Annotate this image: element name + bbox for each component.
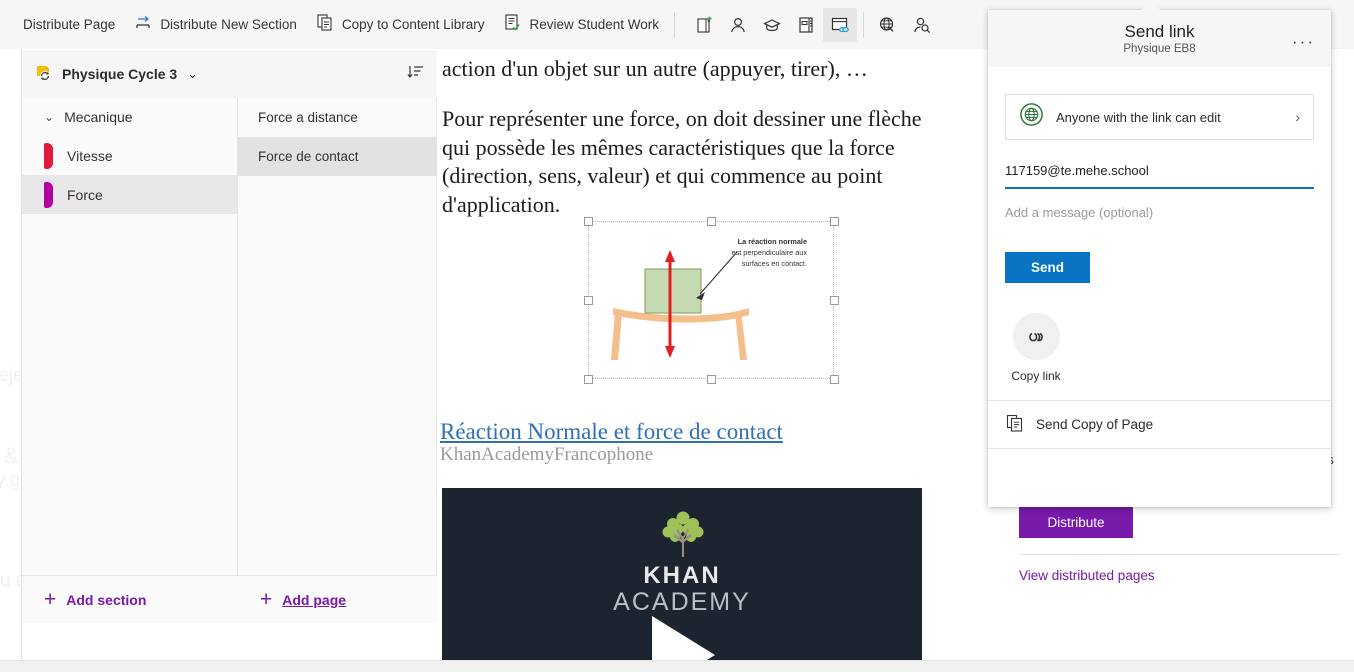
notebook-icon[interactable] — [789, 8, 823, 42]
notebook-title: Physique Cycle 3 — [62, 66, 178, 82]
review-student-work-icon — [502, 12, 522, 37]
plus-icon: + — [260, 588, 273, 611]
page-canvas[interactable]: action d'un objet sur un autre (appuyer,… — [437, 50, 988, 672]
toolbar-label: Distribute Page — [23, 17, 116, 32]
diagram-selection-frame[interactable]: La réaction normale est perpendiculaire … — [584, 217, 839, 384]
embedded-link-source: KhanAcademyFrancophone — [440, 444, 654, 465]
toolbar-label: Review Student Work — [529, 17, 660, 32]
force-diagram-image[interactable]: La réaction normale est perpendiculaire … — [589, 222, 833, 378]
graduation-cap-icon[interactable] — [755, 8, 789, 42]
section-color-swatch — [44, 142, 53, 169]
app-root: eje & y.g u a Distribute Page Distribute… — [0, 0, 1354, 672]
resize-handle-e[interactable] — [830, 296, 839, 305]
chevron-down-icon[interactable]: ⌄ — [187, 66, 198, 82]
plus-icon: + — [44, 588, 57, 611]
copy-page-icon — [1005, 413, 1025, 436]
section-label: Force — [67, 186, 103, 203]
resize-handle-sw[interactable] — [584, 375, 593, 384]
resize-handle-s[interactable] — [707, 375, 716, 384]
add-notebook-icon[interactable] — [687, 8, 721, 42]
share-page-link-icon[interactable] — [823, 7, 858, 42]
send-link-flyout: Send link Physique EB8 ··· Anyone with t… — [988, 2, 1331, 507]
flyout-subtitle: Physique EB8 — [1123, 43, 1196, 55]
khan-brand-line1: KHAN — [643, 562, 721, 589]
section-color-swatch — [44, 181, 53, 208]
send-button[interactable]: Send — [1005, 252, 1090, 283]
resize-handle-w[interactable] — [584, 296, 593, 305]
toolbar-label: Distribute New Section — [160, 17, 297, 32]
resize-handle-nw[interactable] — [584, 217, 593, 226]
copy-to-content-library-icon — [315, 12, 335, 37]
toolbar-divider-2 — [863, 11, 865, 38]
globe-icon — [1019, 102, 1044, 132]
toolbar-button-distribute-page[interactable]: Distribute Page — [14, 8, 124, 42]
sidebar-item-force[interactable]: Force — [22, 175, 237, 214]
permission-selector[interactable]: Anyone with the link can edit › — [1005, 94, 1314, 140]
notebook-title-group[interactable]: Physique Cycle 3 ⌄ — [34, 63, 198, 86]
video-embed[interactable]: KHAN ACADEMY — [442, 488, 922, 672]
message-input[interactable]: Add a message (optional) — [1005, 205, 1314, 220]
diagram-annotation-bold: La réaction normale — [738, 237, 807, 246]
sidebar-item-vitesse[interactable]: Vitesse — [22, 136, 237, 175]
copy-link-label: Copy link — [1011, 369, 1061, 383]
sort-icon[interactable] — [405, 62, 425, 87]
globe-search-icon[interactable] — [870, 8, 904, 42]
note-paragraph-1[interactable]: action d'un objet sur un autre (appuyer,… — [442, 55, 942, 84]
toolbar-divider — [674, 11, 676, 38]
khan-academy-tree-icon — [442, 510, 922, 560]
notebook-sync-icon — [34, 63, 54, 86]
resize-handle-se[interactable] — [830, 375, 839, 384]
recipient-email-value: 117159@te.mehe.school — [1005, 163, 1149, 178]
svg-text:est perpendiculaire aux: est perpendiculaire aux — [732, 248, 808, 257]
person-icon[interactable] — [721, 8, 755, 42]
khan-brand-line2: ACADEMY — [613, 588, 751, 616]
note-paragraph-2[interactable]: Pour représenter une force, on doit dess… — [442, 105, 928, 219]
chevron-down-icon[interactable]: ⌄ — [44, 110, 54, 124]
ghost-text-a: eje — [0, 365, 24, 386]
resize-handle-ne[interactable] — [830, 217, 839, 226]
add-section-button[interactable]: + Add section — [22, 575, 238, 623]
toolbar-icon-group — [687, 7, 938, 42]
add-section-label: Add section — [66, 591, 147, 608]
toolbar-button-review-student-work[interactable]: Review Student Work — [493, 8, 668, 42]
section-group-mecanique[interactable]: ⌄ Mecanique — [22, 98, 237, 136]
distribute-new-section-icon — [133, 12, 153, 37]
permission-label: Anyone with the link can edit — [1056, 109, 1221, 125]
resize-handle-n[interactable] — [707, 217, 716, 226]
notebook-header[interactable]: Physique Cycle 3 ⌄ — [22, 50, 437, 98]
page-item-force-de-contact[interactable]: Force de contact — [238, 137, 436, 176]
flyout-header: Send link Physique EB8 ··· — [988, 10, 1331, 67]
chevron-right-icon[interactable]: › — [1295, 109, 1300, 125]
flyout-title: Send link — [1124, 22, 1195, 41]
section-group-label: Mecanique — [64, 109, 133, 125]
page-list: Force a distance Force de contact + Add … — [238, 98, 437, 623]
page-label: Force de contact — [258, 149, 359, 164]
person-search-icon[interactable] — [904, 8, 938, 42]
add-page-label: Add page — [282, 591, 347, 608]
send-copy-of-page-button[interactable]: Send Copy of Page — [988, 401, 1331, 448]
more-options-icon[interactable]: ··· — [1292, 32, 1315, 52]
copy-link-button[interactable]: Copy link — [1006, 313, 1066, 383]
section-label: Vitesse — [67, 147, 113, 164]
page-label: Force a distance — [258, 110, 358, 125]
recipient-email-field[interactable]: 117159@te.mehe.school — [1005, 162, 1314, 189]
embedded-link-title[interactable]: Réaction Normale et force de contact — [440, 419, 783, 445]
view-distributed-pages-link[interactable]: View distributed pages — [1005, 555, 1354, 583]
send-copy-label: Send Copy of Page — [1036, 417, 1154, 432]
flyout-divider-2 — [988, 448, 1331, 449]
page-item-force-a-distance[interactable]: Force a distance — [238, 98, 436, 137]
section-list: ⌄ Mecanique Vitesse Force + Add section — [22, 98, 238, 623]
toolbar-button-copy-to-content-library[interactable]: Copy to Content Library — [306, 8, 494, 42]
add-page-button[interactable]: + Add page — [238, 575, 437, 623]
toolbar-button-distribute-new-section[interactable]: Distribute New Section — [124, 8, 306, 42]
ghost-text-b: & — [4, 443, 19, 468]
ghost-text-c: y.g — [0, 470, 20, 491]
svg-text:surfaces en contact.: surfaces en contact. — [742, 259, 807, 268]
link-chain-icon — [1012, 313, 1060, 360]
taskbar — [0, 660, 1354, 672]
distribute-button[interactable]: Distribute — [1019, 506, 1133, 538]
toolbar-label: Copy to Content Library — [341, 17, 485, 32]
message-placeholder: Add a message (optional) — [1005, 205, 1154, 220]
